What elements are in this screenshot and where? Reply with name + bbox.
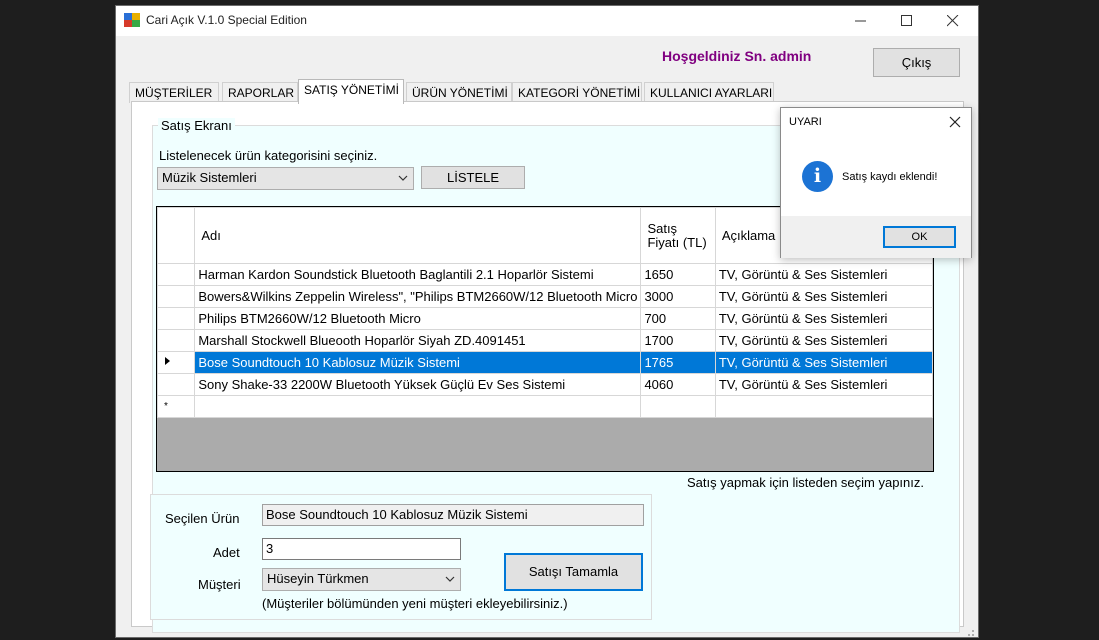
customer-note: (Müşteriler bölümünden yeni müşteri ekle…: [262, 596, 568, 611]
table-cell[interactable]: TV, Görüntü & Ses Sistemleri: [714, 263, 933, 286]
resize-grip-icon[interactable]: [963, 625, 975, 637]
table-cell[interactable]: Sony Shake-33 2200W Bluetooth Yüksek Güç…: [194, 373, 642, 396]
quantity-field[interactable]: 3: [262, 538, 461, 560]
table-cell[interactable]: Marshall Stockwell Blueooth Hoparlör Siy…: [194, 329, 642, 352]
selection-hint: Satış yapmak için listeden seçim yapınız…: [687, 475, 924, 490]
row-header[interactable]: [157, 373, 196, 396]
table-cell[interactable]: [194, 395, 642, 418]
tab-sales-management[interactable]: SATIŞ YÖNETİMİ: [298, 79, 404, 104]
customer-label: Müşteri: [198, 577, 241, 592]
table-cell[interactable]: 700: [640, 307, 716, 330]
table-cell[interactable]: TV, Görüntü & Ses Sistemleri: [714, 351, 933, 374]
app-icon: [124, 13, 140, 27]
category-select-value: Müzik Sistemleri: [162, 170, 257, 185]
minimize-icon: [855, 20, 866, 22]
customer-select[interactable]: Hüseyin Türkmen: [262, 568, 461, 591]
new-row[interactable]: *: [157, 395, 933, 418]
dialog-title: UYARI: [789, 116, 822, 128]
current-row-icon: [165, 357, 170, 365]
column-header-name[interactable]: Adı: [194, 207, 642, 264]
row-header[interactable]: [157, 329, 196, 352]
customer-select-value: Hüseyin Türkmen: [267, 571, 369, 586]
tab-product-management[interactable]: ÜRÜN YÖNETİMİ: [406, 82, 512, 103]
tab-user-settings[interactable]: KULLANICI AYARLARI: [644, 82, 774, 103]
table-row[interactable]: Sony Shake-33 2200W Bluetooth Yüksek Güç…: [157, 373, 933, 396]
table-cell[interactable]: 1700: [640, 329, 716, 352]
dialog-body: i Satış kaydı eklendi!: [781, 138, 971, 218]
row-header-corner: [157, 207, 196, 264]
table-row[interactable]: Harman Kardon Soundstick Bluetooth Bagla…: [157, 263, 933, 286]
window-title: Cari Açık V.1.0 Special Edition: [146, 13, 307, 27]
close-icon: [947, 15, 959, 27]
table-cell[interactable]: Harman Kardon Soundstick Bluetooth Bagla…: [194, 263, 642, 286]
table-cell[interactable]: Philips BTM2660W/12 Bluetooth Micro: [194, 307, 642, 330]
close-button[interactable]: [930, 6, 976, 36]
chevron-down-icon: [398, 175, 408, 181]
table-cell[interactable]: Bose Soundtouch 10 Kablosuz Müzik Sistem…: [194, 351, 642, 374]
tab-category-management[interactable]: KATEGORİ YÖNETİMİ: [512, 82, 642, 103]
column-header-price[interactable]: Satış Fiyatı (TL): [640, 207, 716, 264]
title-bar: Cari Açık V.1.0 Special Edition: [116, 6, 978, 36]
chevron-down-icon: [445, 576, 455, 582]
category-select[interactable]: Müzik Sistemleri: [157, 167, 414, 190]
table-cell[interactable]: TV, Görüntü & Ses Sistemleri: [714, 285, 933, 308]
dialog-footer: OK: [781, 216, 971, 258]
exit-button[interactable]: Çıkış: [873, 48, 960, 77]
table-cell[interactable]: 3000: [640, 285, 716, 308]
maximize-button[interactable]: [884, 6, 930, 36]
row-header[interactable]: [157, 285, 196, 308]
category-prompt: Listelenecek ürün kategorisini seçiniz.: [159, 148, 378, 163]
list-button[interactable]: LİSTELE: [421, 166, 525, 189]
alert-dialog: UYARI i Satış kaydı eklendi! OK: [780, 107, 972, 258]
close-icon[interactable]: [946, 113, 964, 131]
table-row[interactable]: Bowers&Wilkins Zeppelin Wireless", "Phil…: [157, 285, 933, 308]
table-cell[interactable]: 4060: [640, 373, 716, 396]
table-row[interactable]: Bose Soundtouch 10 Kablosuz Müzik Sistem…: [157, 351, 933, 374]
table-cell[interactable]: [640, 395, 716, 418]
maximize-icon: [901, 15, 912, 26]
table-row[interactable]: Philips BTM2660W/12 Bluetooth Micro 700 TV…: [157, 307, 933, 330]
table-cell[interactable]: TV, Görüntü & Ses Sistemleri: [714, 307, 933, 330]
row-header[interactable]: [157, 263, 196, 286]
quantity-label: Adet: [213, 545, 240, 560]
table-row[interactable]: Marshall Stockwell Blueooth Hoparlör Siy…: [157, 329, 933, 352]
selected-product-field[interactable]: Bose Soundtouch 10 Kablosuz Müzik Sistem…: [262, 504, 644, 526]
table-cell[interactable]: 1765: [640, 351, 716, 374]
table-cell[interactable]: TV, Görüntü & Ses Sistemleri: [714, 373, 933, 396]
welcome-text: Hoşgeldiniz Sn. admin: [662, 48, 812, 64]
sales-groupbox-title: Satış Ekranı: [158, 118, 235, 133]
table-cell[interactable]: TV, Görüntü & Ses Sistemleri: [714, 329, 933, 352]
minimize-button[interactable]: [838, 6, 884, 36]
complete-sale-button[interactable]: Satışı Tamamla: [504, 553, 643, 591]
table-cell[interactable]: 1650: [640, 263, 716, 286]
row-header[interactable]: [157, 351, 196, 374]
table-cell[interactable]: Bowers&Wilkins Zeppelin Wireless", "Phil…: [194, 285, 642, 308]
dialog-message: Satış kaydı eklendi!: [842, 171, 938, 183]
selected-product-label: Seçilen Ürün: [165, 511, 240, 526]
table-cell[interactable]: [714, 395, 933, 418]
row-header[interactable]: [157, 307, 196, 330]
new-row-marker: *: [157, 395, 196, 418]
tab-reports[interactable]: RAPORLAR: [222, 82, 298, 103]
tab-customers[interactable]: MÜŞTERİLER: [129, 82, 219, 103]
ok-button[interactable]: OK: [883, 226, 956, 248]
info-icon: i: [802, 161, 833, 192]
